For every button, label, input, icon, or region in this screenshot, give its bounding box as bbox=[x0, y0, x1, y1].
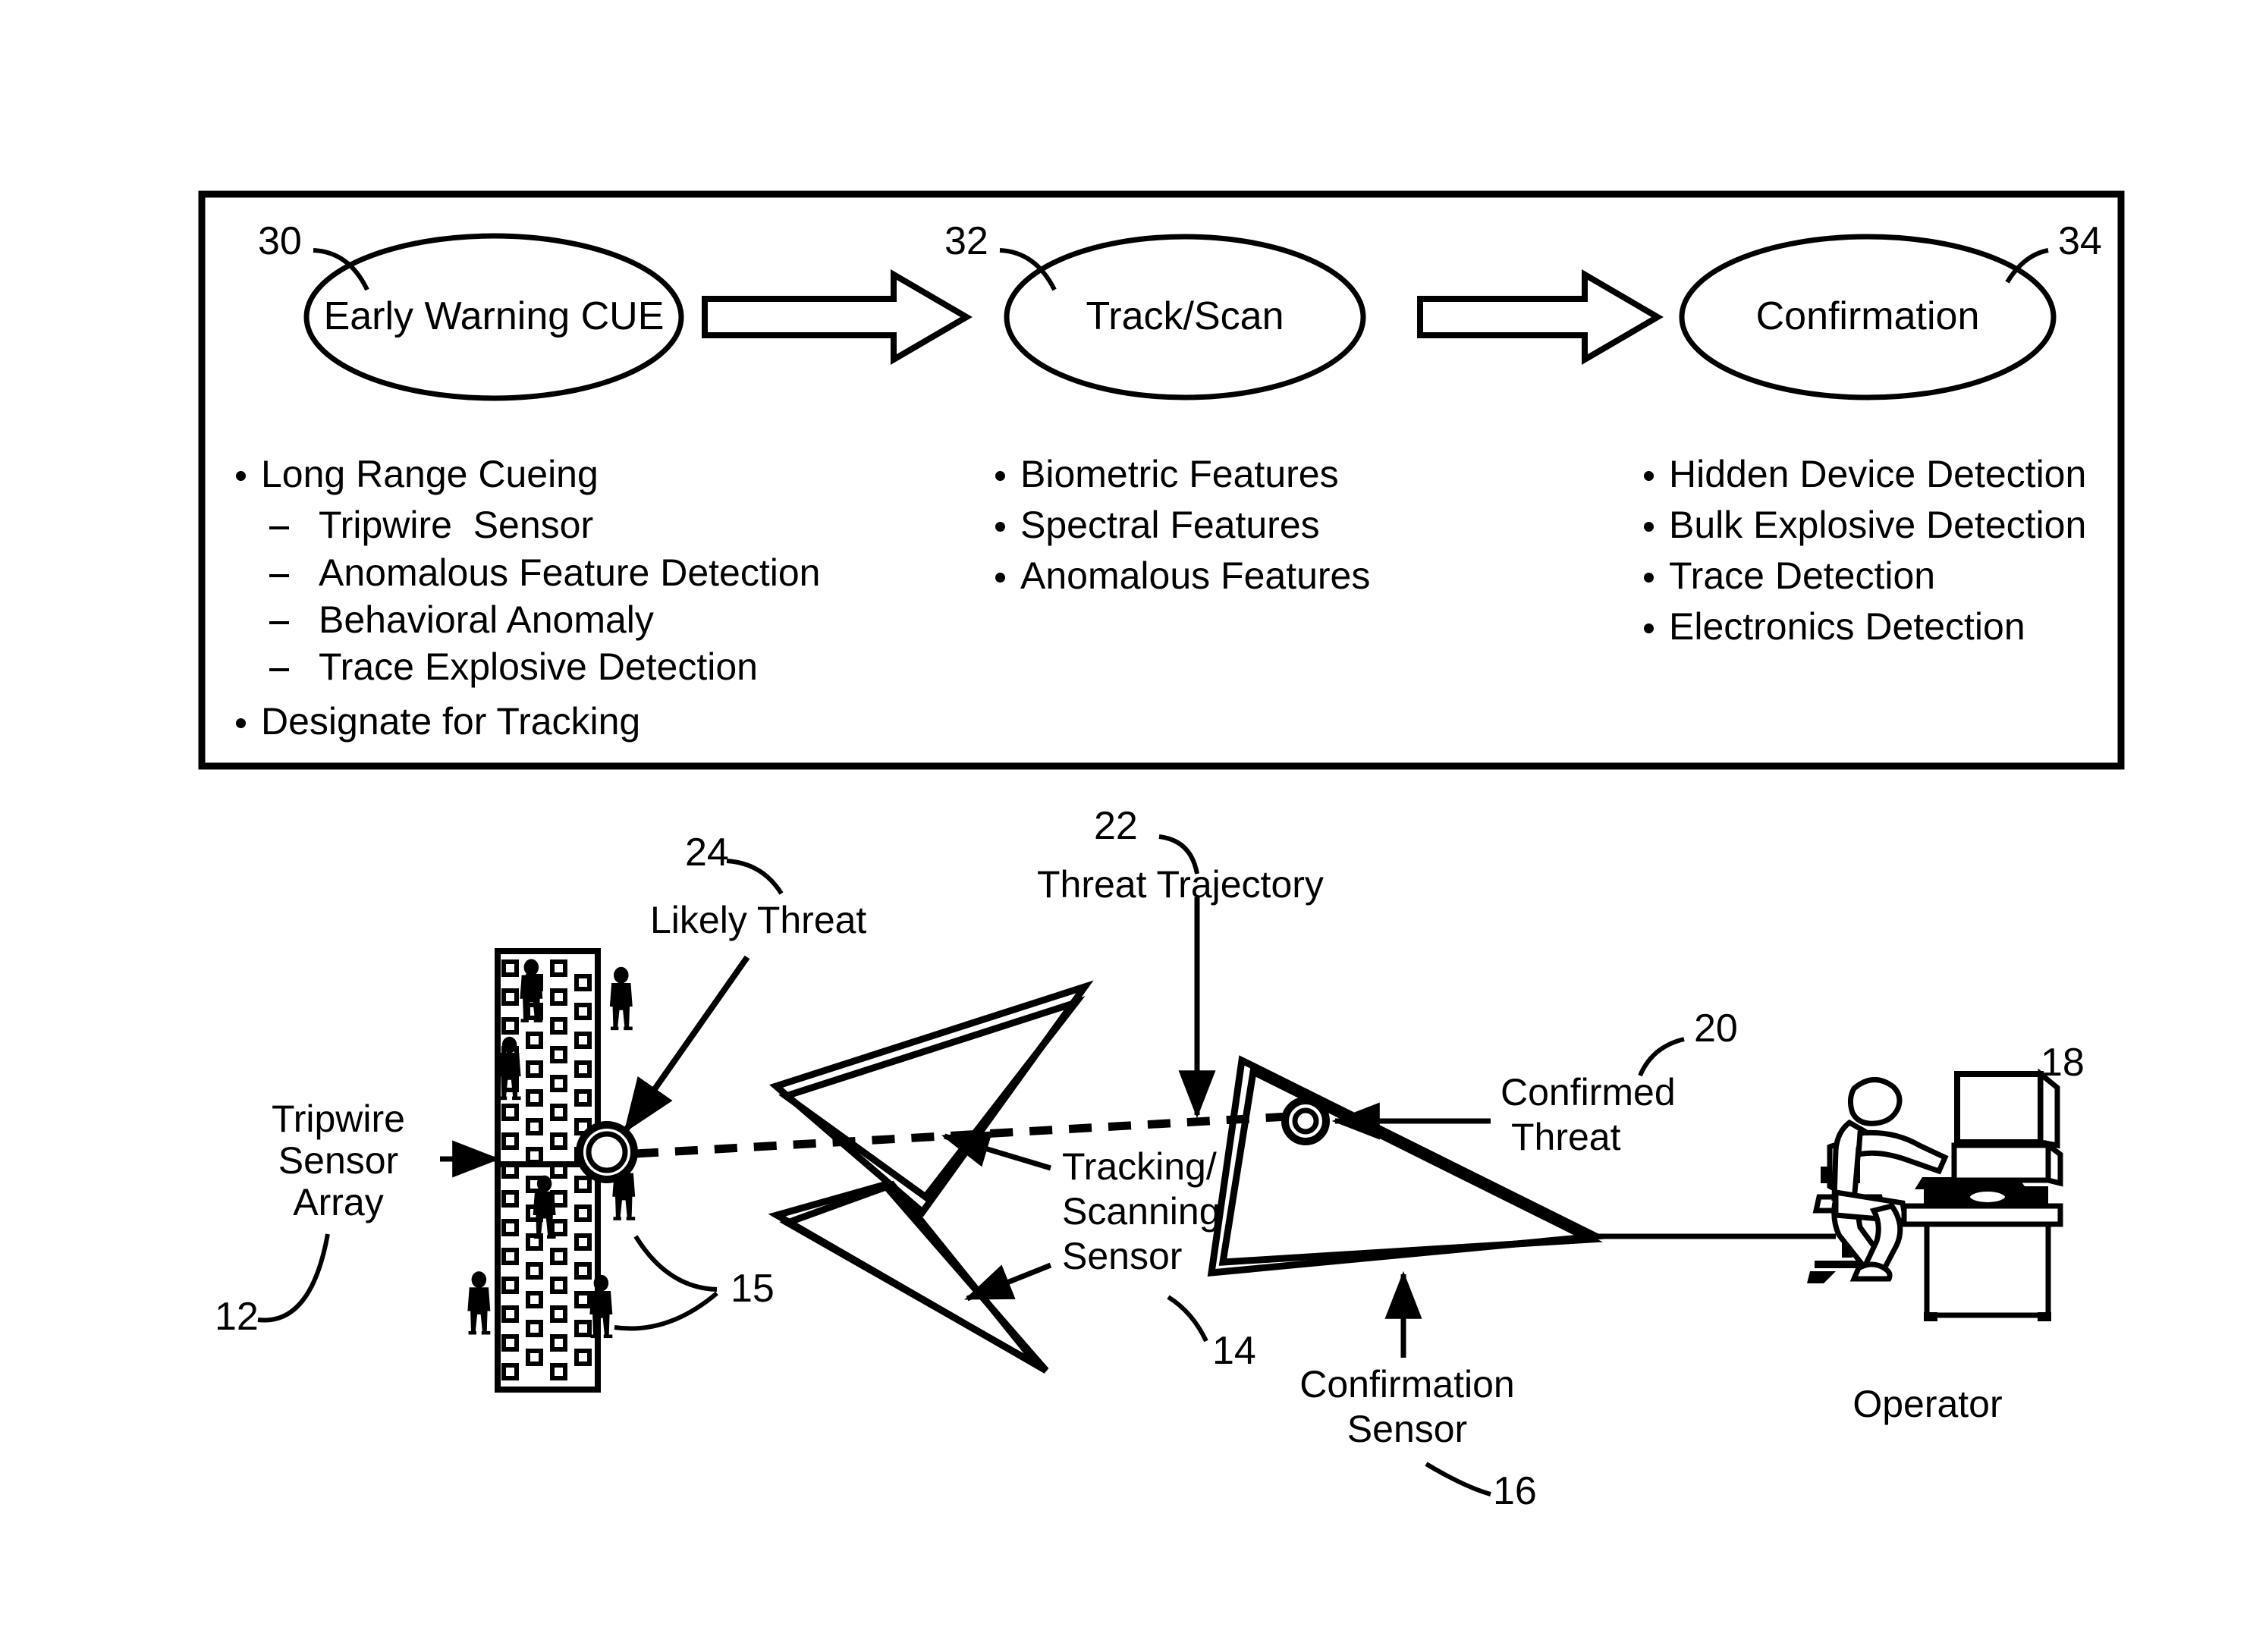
confirmation-sensor-label-line2: Sensor bbox=[1347, 1408, 1468, 1450]
tracking-sensor-label-line2: Scanning bbox=[1062, 1190, 1221, 1233]
tripwire-array-label-line3: Array bbox=[293, 1181, 384, 1223]
ref-leader-20 bbox=[1638, 1037, 1685, 1077]
tracking-scanning-sensor bbox=[768, 980, 1094, 1374]
tracking-sensor-label-line1: Tracking/ bbox=[1062, 1145, 1217, 1188]
ref-number-20: 20 bbox=[1694, 1007, 1738, 1051]
ref-leader-16 bbox=[1425, 1462, 1491, 1497]
threat-trajectory-label: Threat Trajectory bbox=[1037, 863, 1324, 906]
desk-surface bbox=[1901, 1203, 2063, 1227]
ref-leader-15-upper bbox=[633, 1235, 718, 1292]
desk-pedestal bbox=[1924, 1221, 2051, 1318]
monitor-screen bbox=[1954, 1071, 2044, 1145]
ref-number-14: 14 bbox=[1212, 1329, 1256, 1373]
confirmed-threat-label-line2: Threat bbox=[1511, 1116, 1621, 1158]
monitor-side-lower bbox=[2045, 1140, 2063, 1187]
likely-threat-target bbox=[576, 1121, 638, 1183]
confirmation-sensor-label-line1: Confirmation bbox=[1299, 1363, 1515, 1405]
ref-leader-14 bbox=[1167, 1295, 1208, 1343]
ref-leader-24 bbox=[726, 859, 784, 895]
ref-leader-12 bbox=[257, 1233, 330, 1323]
ref-number-22: 22 bbox=[1094, 804, 1138, 848]
operator-workstation bbox=[1807, 1068, 2063, 1321]
operator-arm bbox=[1856, 1129, 1949, 1175]
confirmed-threat-target bbox=[1281, 1097, 1330, 1145]
desk-foot-right bbox=[2038, 1312, 2051, 1321]
operator-head bbox=[1847, 1077, 1903, 1126]
likely-threat-label: Likely Threat bbox=[650, 899, 867, 941]
tracking-sensor-label-line3: Sensor bbox=[1062, 1235, 1183, 1277]
ref-number-18: 18 bbox=[2041, 1041, 2085, 1085]
confirmed-threat-label-line1: Confirmed bbox=[1501, 1071, 1676, 1113]
operator-label: Operator bbox=[1852, 1383, 2003, 1425]
ref-number-15: 15 bbox=[731, 1267, 775, 1311]
operator-shoe bbox=[1849, 1261, 1893, 1282]
leader-likely-threat bbox=[623, 955, 750, 1133]
monitor-side bbox=[2038, 1068, 2060, 1149]
chair-foot bbox=[1807, 1271, 1836, 1283]
tripwire-array-label-line1: Tripwire bbox=[272, 1098, 405, 1140]
patent-figure: 30 32 34 Early Warning CUE Track/Scan Co… bbox=[0, 0, 2250, 1652]
mouse bbox=[1966, 1187, 2010, 1207]
ref-number-24: 24 bbox=[685, 831, 729, 875]
ref-number-12: 12 bbox=[215, 1295, 259, 1339]
leader-tracking-sensor-lower bbox=[964, 1262, 1052, 1302]
ref-leader-15-lower bbox=[614, 1291, 718, 1331]
desk-foot-left bbox=[1924, 1312, 1937, 1321]
ref-number-16: 16 bbox=[1493, 1469, 1537, 1513]
monitor-base bbox=[1951, 1142, 2051, 1183]
tripwire-array-label-line2: Sensor bbox=[278, 1139, 399, 1182]
